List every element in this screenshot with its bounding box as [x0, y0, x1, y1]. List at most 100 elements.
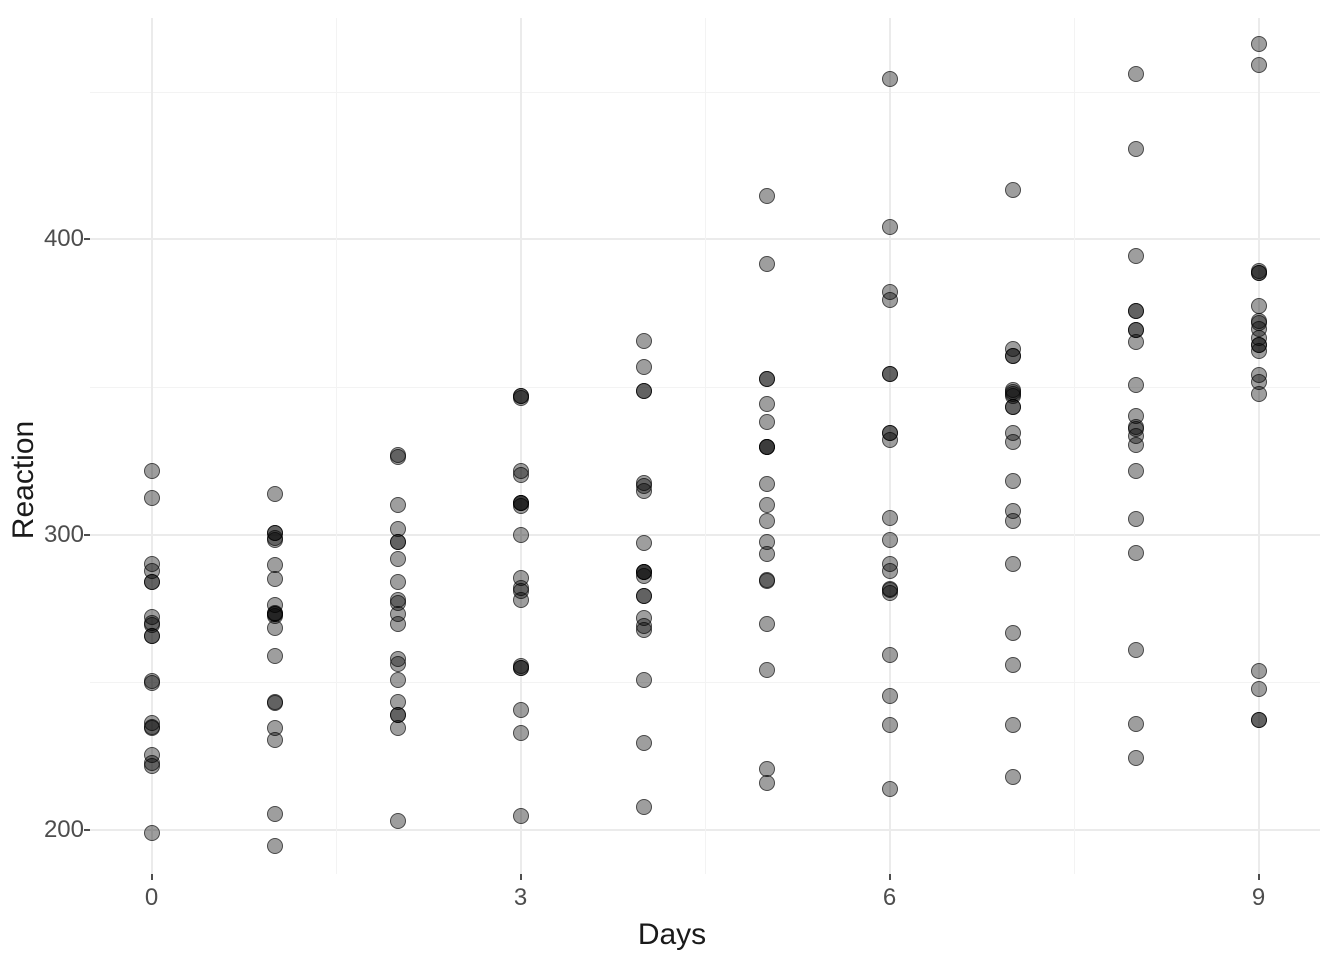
- y-tick-label: 400: [24, 225, 84, 253]
- data-point: [1128, 642, 1144, 658]
- data-point: [1128, 377, 1144, 393]
- data-point: [1251, 663, 1267, 679]
- data-point: [759, 761, 775, 777]
- data-point: [636, 359, 652, 375]
- data-point: [759, 476, 775, 492]
- data-point: [267, 806, 283, 822]
- data-point: [1251, 298, 1267, 314]
- data-point: [882, 292, 898, 308]
- data-point: [1005, 513, 1021, 529]
- data-point: [1128, 141, 1144, 157]
- data-point: [882, 366, 898, 382]
- data-point: [1128, 248, 1144, 264]
- data-point: [390, 672, 406, 688]
- data-point: [390, 534, 406, 550]
- data-point: [636, 483, 652, 499]
- data-point: [636, 535, 652, 551]
- data-point: [513, 527, 529, 543]
- grid-line-minor: [1074, 18, 1075, 874]
- data-point: [1251, 321, 1267, 337]
- data-point: [1128, 716, 1144, 732]
- data-point: [267, 648, 283, 664]
- x-tick-mark: [151, 874, 153, 880]
- grid-line: [520, 18, 522, 874]
- data-point: [513, 580, 529, 596]
- x-tick-mark: [889, 874, 891, 880]
- data-point: [1251, 386, 1267, 402]
- plot-area: [90, 18, 1320, 874]
- data-point: [759, 572, 775, 588]
- y-tick-label: 300: [24, 521, 84, 549]
- data-point: [1128, 334, 1144, 350]
- data-point: [882, 688, 898, 704]
- data-point: [1251, 265, 1267, 281]
- data-point: [144, 825, 160, 841]
- data-point: [636, 799, 652, 815]
- data-point: [267, 557, 283, 573]
- data-point: [144, 747, 160, 763]
- data-point: [1005, 473, 1021, 489]
- data-point: [1005, 769, 1021, 785]
- data-point: [882, 717, 898, 733]
- data-point: [513, 660, 529, 676]
- data-point: [1005, 717, 1021, 733]
- data-point: [513, 388, 529, 404]
- data-point: [390, 707, 406, 723]
- x-tick-label: 3: [514, 884, 527, 912]
- y-tick-label: 200: [24, 816, 84, 844]
- y-tick-mark: [84, 534, 90, 536]
- x-tick-label: 6: [883, 884, 896, 912]
- x-tick-mark: [520, 874, 522, 880]
- data-point: [759, 497, 775, 513]
- data-point: [1005, 556, 1021, 572]
- data-point: [882, 647, 898, 663]
- data-point: [759, 439, 775, 455]
- data-point: [1128, 408, 1144, 424]
- grid-line-minor: [336, 18, 337, 874]
- y-tick-mark: [84, 238, 90, 240]
- data-point: [1128, 750, 1144, 766]
- data-point: [882, 71, 898, 87]
- data-point: [513, 495, 529, 511]
- x-tick-mark: [1258, 874, 1260, 880]
- data-point: [759, 188, 775, 204]
- data-point: [267, 720, 283, 736]
- data-point: [759, 396, 775, 412]
- scatter-chart: Reaction Days 2003004000369: [0, 0, 1344, 960]
- data-point: [636, 622, 652, 638]
- data-point: [1005, 434, 1021, 450]
- data-point: [636, 672, 652, 688]
- data-point: [882, 425, 898, 441]
- data-point: [513, 467, 529, 483]
- grid-line: [1258, 18, 1260, 874]
- data-point: [759, 662, 775, 678]
- data-point: [1005, 348, 1021, 364]
- data-point: [1005, 386, 1021, 402]
- x-tick-label: 9: [1252, 884, 1265, 912]
- data-point: [1251, 36, 1267, 52]
- data-point: [882, 510, 898, 526]
- y-tick-mark: [84, 829, 90, 831]
- data-point: [144, 715, 160, 731]
- data-point: [759, 414, 775, 430]
- data-point: [759, 371, 775, 387]
- data-point: [759, 546, 775, 562]
- data-point: [390, 813, 406, 829]
- grid-line: [151, 18, 153, 874]
- data-point: [882, 532, 898, 548]
- data-point: [267, 532, 283, 548]
- data-point: [1251, 712, 1267, 728]
- data-point: [882, 563, 898, 579]
- data-point: [1251, 57, 1267, 73]
- data-point: [390, 616, 406, 632]
- data-point: [636, 333, 652, 349]
- data-point: [882, 582, 898, 598]
- data-point: [144, 490, 160, 506]
- data-point: [1005, 182, 1021, 198]
- data-point: [882, 781, 898, 797]
- data-point: [144, 673, 160, 689]
- data-point: [1005, 657, 1021, 673]
- data-point: [1128, 463, 1144, 479]
- data-point: [390, 497, 406, 513]
- data-point: [390, 551, 406, 567]
